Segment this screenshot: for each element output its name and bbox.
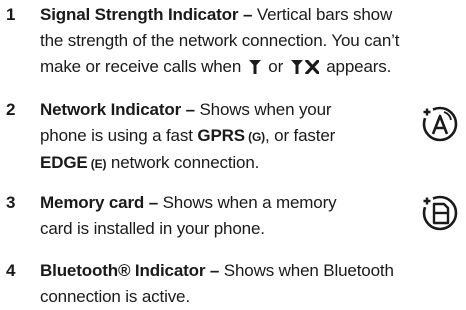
network-indicator-icon	[420, 105, 458, 142]
item-number: 2	[6, 100, 16, 119]
item-title: Signal Strength Indicator –	[40, 5, 253, 24]
item-number: 3	[6, 193, 16, 212]
item-title: Bluetooth® Indicator –	[40, 261, 220, 280]
item-title: Network Indicator –	[40, 100, 195, 119]
item-number: 1	[6, 5, 16, 24]
item-number: 4	[6, 261, 16, 280]
item-description: Memory card – Shows when a memory card i…	[40, 193, 337, 238]
antenna-icon	[248, 60, 261, 74]
item-description: Bluetooth® Indicator – Shows when Blueto…	[40, 261, 394, 306]
memory-card-icon	[420, 194, 458, 231]
item-description: Network Indicator – Shows when your phon…	[40, 100, 336, 172]
item-description: Signal Strength Indicator – Vertical bar…	[40, 5, 400, 76]
no-signal-icon	[290, 60, 319, 74]
item-title: Memory card –	[40, 193, 159, 212]
